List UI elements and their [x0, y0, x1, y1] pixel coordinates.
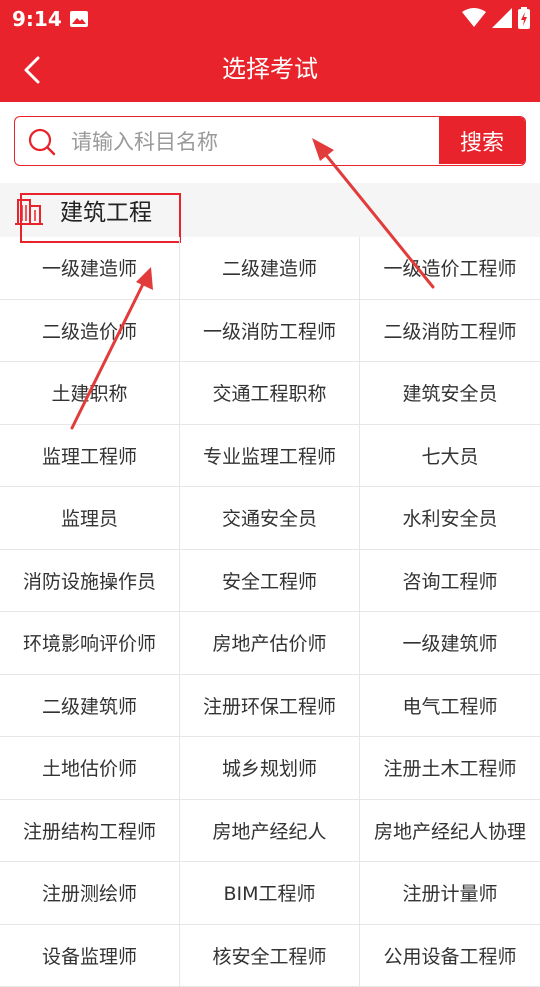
page-title: 选择考试	[0, 52, 540, 86]
exam-item[interactable]: 二级建造师	[180, 237, 360, 300]
exam-item[interactable]: 消防设施操作员	[0, 550, 180, 613]
exam-item[interactable]: 电气工程师	[360, 675, 540, 738]
exam-item[interactable]: 注册计量师	[360, 862, 540, 925]
exam-item[interactable]: 二级消防工程师	[360, 300, 540, 363]
exam-item[interactable]: 一级消防工程师	[180, 300, 360, 363]
signal-icon	[492, 8, 512, 32]
exam-item[interactable]: 监理员	[0, 487, 180, 550]
exam-item[interactable]: 一级造价工程师	[360, 237, 540, 300]
wifi-icon	[462, 8, 486, 32]
exam-item[interactable]: 环境影响评价师	[0, 612, 180, 675]
exam-item[interactable]: 建筑安全员	[360, 362, 540, 425]
exam-item[interactable]: 土地估价师	[0, 737, 180, 800]
exam-item[interactable]: 注册环保工程师	[180, 675, 360, 738]
status-bar: 9:14	[0, 0, 540, 36]
exam-item[interactable]: 城乡规划师	[180, 737, 360, 800]
exam-item[interactable]: 一级建筑师	[360, 612, 540, 675]
exam-item[interactable]: 安全工程师	[180, 550, 360, 613]
exam-item[interactable]: 交通工程职称	[180, 362, 360, 425]
exam-item[interactable]: 交通安全员	[180, 487, 360, 550]
exam-item[interactable]: 设备监理师	[0, 925, 180, 987]
exam-item[interactable]: 房地产经纪人协理	[360, 800, 540, 863]
annotation-highlight-box	[20, 193, 181, 243]
exam-item[interactable]: 核安全工程师	[180, 925, 360, 987]
photo-notification-icon	[70, 11, 88, 31]
search-input[interactable]	[69, 117, 443, 166]
search-bar: 搜索	[14, 116, 526, 166]
exam-item[interactable]: 注册测绘师	[0, 862, 180, 925]
exam-item[interactable]: 二级建筑师	[0, 675, 180, 738]
exam-item[interactable]: 一级建造师	[0, 237, 180, 300]
search-button[interactable]: 搜索	[439, 117, 525, 164]
exam-item[interactable]: 二级造价师	[0, 300, 180, 363]
app-header: 9:14 选择考试	[0, 0, 540, 102]
exam-item[interactable]: BIM工程师	[180, 862, 360, 925]
exam-item[interactable]: 监理工程师	[0, 425, 180, 488]
exam-item[interactable]: 土建职称	[0, 362, 180, 425]
exam-item[interactable]: 咨询工程师	[360, 550, 540, 613]
search-icon	[27, 127, 57, 161]
battery-icon	[518, 7, 530, 33]
exam-item[interactable]: 房地产经纪人	[180, 800, 360, 863]
status-time: 9:14	[12, 7, 62, 31]
exam-item[interactable]: 公用设备工程师	[360, 925, 540, 987]
exam-item[interactable]: 水利安全员	[360, 487, 540, 550]
exam-item[interactable]: 专业监理工程师	[180, 425, 360, 488]
exam-item[interactable]: 房地产估价师	[180, 612, 360, 675]
exam-item[interactable]: 七大员	[360, 425, 540, 488]
exam-item[interactable]: 注册结构工程师	[0, 800, 180, 863]
exam-item[interactable]: 注册土木工程师	[360, 737, 540, 800]
exam-grid: 一级建造师二级建造师一级造价工程师二级造价师一级消防工程师二级消防工程师土建职称…	[0, 237, 540, 987]
